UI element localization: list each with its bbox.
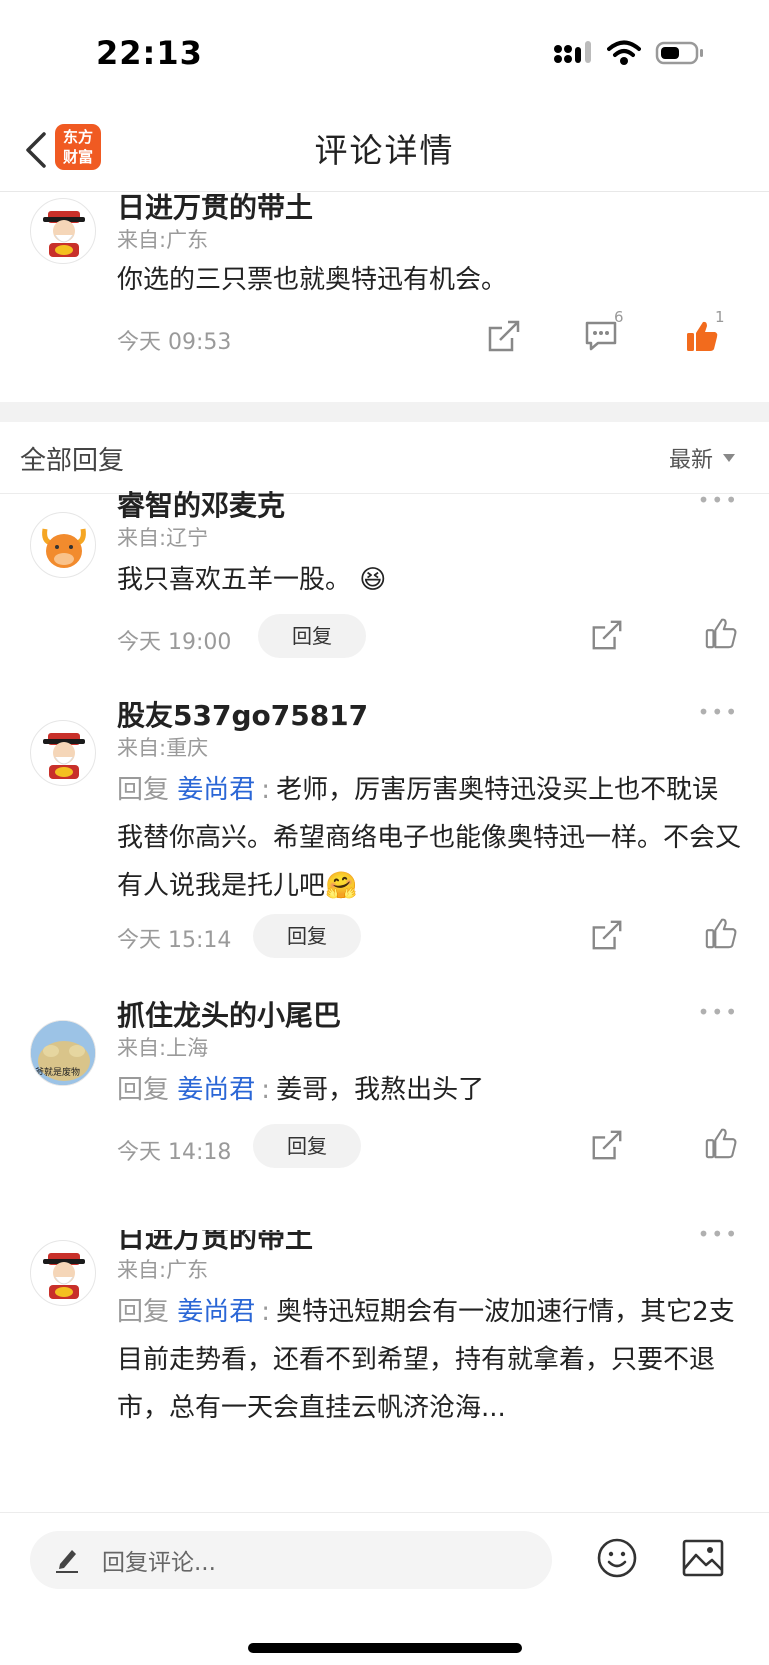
share-button[interactable] [590, 618, 624, 652]
reply-text: 姜哥，我熬出头了 [276, 1075, 485, 1105]
avatar[interactable] [30, 720, 96, 786]
username[interactable]: 日进万贯的带土 [117, 186, 313, 226]
reply-input[interactable]: 回复评论... [30, 1531, 552, 1589]
fortune-god-avatar-icon [43, 733, 85, 779]
wifi-icon [607, 40, 641, 65]
reply-prefix: 回复 [117, 1297, 170, 1327]
mention-link[interactable]: 姜尚君 [177, 1297, 255, 1327]
pencil-icon [56, 1550, 78, 1573]
username[interactable]: 股友537go75817 [117, 694, 368, 734]
avatar[interactable] [30, 1240, 96, 1306]
reply-content: 回复 姜尚君: 姜哥，我熬出头了 [117, 1066, 739, 1114]
page-title: 评论详情 [314, 131, 455, 170]
reply-content: 回复 姜尚君: 奥特迅短期会有一波加速行情，其它2支目前走势看，还看不到希望，持有… [117, 1288, 741, 1432]
share-button[interactable] [590, 1128, 624, 1162]
like-button[interactable] [704, 1126, 738, 1160]
reply-button[interactable]: 回复 [253, 1124, 361, 1168]
nav-bar: 东方 财富 评论详情 [0, 110, 769, 192]
reply-item: 股友537go75817 来自:重庆 ••• 回复 姜尚君: 老师，厉害厉害奥特迅… [0, 699, 769, 980]
like-button[interactable] [704, 916, 738, 950]
location: 来自:重庆 [117, 736, 209, 760]
replies-title: 全部回复 [20, 446, 125, 476]
separator: : [261, 1075, 271, 1105]
reply-button[interactable]: 回复 [258, 614, 366, 658]
comment-time: 今天 09:53 [117, 330, 232, 355]
username[interactable]: 睿智的邓麦克 [117, 484, 285, 524]
bottom-bar: 回复评论... [0, 1512, 769, 1665]
location: 来自:上海 [117, 1036, 209, 1060]
location: 来自:广东 [117, 228, 209, 252]
more-options-button[interactable]: ••• [698, 1000, 739, 1024]
caret-down-icon [723, 454, 735, 462]
reply-count: 6 [614, 308, 624, 326]
reply-item: 睿智的邓麦克 来自:辽宁 ••• 我只喜欢五羊一股。 😆 今天 19:00 回复 [0, 488, 769, 706]
more-options-button[interactable]: ••• [698, 1230, 739, 1246]
hug-emoji-icon: 🤗 [325, 871, 358, 901]
separator: : [261, 1297, 271, 1327]
main-comment: 日进万贯的带土 来自:广东 你选的三只票也就奥特迅有机会。 今天 09:53 6… [0, 191, 769, 402]
emoji-button[interactable] [596, 1537, 638, 1579]
username[interactable]: 抓住龙头的小尾巴 [117, 994, 341, 1034]
battery-icon [655, 41, 703, 65]
reply-content: 我只喜欢五羊一股。 😆 [117, 556, 739, 604]
section-divider [0, 402, 769, 422]
mention-link[interactable]: 姜尚君 [177, 1075, 255, 1105]
laughing-emoji-icon: 😆 [359, 565, 387, 595]
location: 来自:辽宁 [117, 526, 209, 550]
share-icon [592, 920, 622, 950]
more-options-button[interactable]: ••• [698, 700, 739, 724]
share-icon [592, 620, 622, 650]
avatar[interactable] [30, 198, 96, 264]
share-button[interactable] [486, 318, 522, 354]
thumbs-up-icon [705, 918, 737, 949]
reply-time: 今天 14:18 [117, 1140, 232, 1165]
fortune-god-avatar-icon [43, 1253, 85, 1299]
avatar[interactable]: 爷就是废物 [30, 1020, 96, 1086]
image-icon [682, 1539, 724, 1577]
comment-icon [585, 321, 617, 351]
separator: : [261, 775, 271, 805]
image-button[interactable] [682, 1539, 724, 1577]
status-icons [553, 40, 705, 66]
location: 来自:广东 [117, 1258, 209, 1282]
home-indicator [248, 1643, 522, 1653]
thumbs-up-icon [705, 1128, 737, 1159]
ox-avatar-icon [42, 528, 86, 568]
thumbs-up-icon [705, 618, 737, 649]
mention-link[interactable]: 姜尚君 [177, 775, 255, 805]
reply-time: 今天 19:00 [117, 630, 232, 655]
more-options-button[interactable]: ••• [698, 488, 739, 512]
comment-count-button[interactable] [584, 320, 618, 352]
reply-time: 今天 15:14 [117, 928, 232, 953]
smiley-icon [597, 1538, 637, 1578]
avatar[interactable] [30, 512, 96, 578]
replies-header: 全部回复 最新 [0, 422, 769, 494]
status-bar: 22:13 [0, 0, 769, 110]
reply-text: 我只喜欢五羊一股。 [117, 565, 352, 595]
fortune-god-avatar-icon [43, 211, 85, 257]
reply-prefix: 回复 [117, 775, 170, 805]
share-icon [488, 320, 520, 352]
like-count: 1 [715, 308, 725, 326]
reply-item: 爷就是废物 抓住龙头的小尾巴 来自:上海 ••• 回复 姜尚君: 姜哥，我熬出头了… [0, 999, 769, 1210]
share-icon [592, 1130, 622, 1160]
avatar-caption: 爷就是废物 [35, 1068, 81, 1078]
cellular-signal-icon [554, 41, 591, 63]
reply-item: 日进万贯的带土 来自:广东 ••• 回复 姜尚君: 奥特迅短期会有一波加速行情，其… [0, 1230, 769, 1512]
status-time: 22:13 [96, 34, 203, 72]
comment-content: 你选的三只票也就奥特迅有机会。 [117, 265, 508, 295]
sort-label: 最新 [668, 448, 713, 473]
share-button[interactable] [590, 918, 624, 952]
reply-prefix: 回复 [117, 1075, 170, 1105]
sort-dropdown[interactable]: 最新 [669, 442, 735, 474]
reply-content: 回复 姜尚君: 老师，厉害厉害奥特迅没买上也不耽误我替你高兴。希望商络电子也能像奥… [117, 766, 741, 910]
reply-input-placeholder: 回复评论... [102, 1550, 216, 1576]
like-button[interactable] [704, 616, 738, 650]
reply-button[interactable]: 回复 [253, 914, 361, 958]
username[interactable]: 日进万贯的带土 [117, 1230, 313, 1256]
